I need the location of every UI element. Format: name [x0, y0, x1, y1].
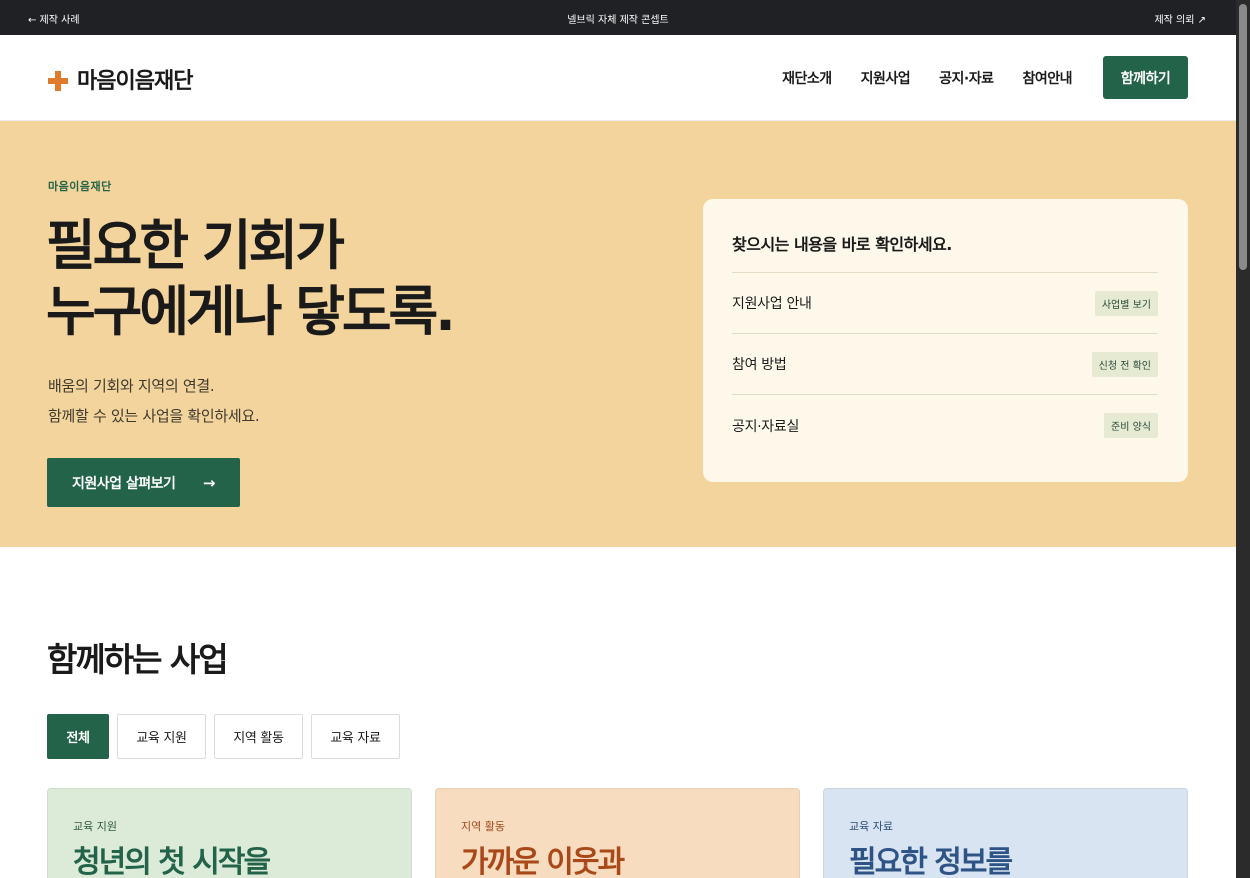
hero-desc-line2: 함께할 수 있는 사업을 확인하세요.	[48, 407, 260, 425]
program-card-category: 교육 지원	[73, 820, 117, 833]
nav-item-notices[interactable]: 공지·자료	[939, 68, 994, 88]
program-card-title: 필요한 정보를	[849, 845, 1013, 878]
hero-title-line2: 누구에게나 닿도록.	[46, 280, 456, 343]
main-nav: 재단소개 지원사업 공지·자료 참여안내	[753, 68, 1072, 88]
quick-links-title: 찾으시는 내용을 바로 확인하세요.	[732, 235, 952, 254]
program-card[interactable]: 교육 자료 필요한 정보를	[823, 788, 1188, 878]
quick-link-tag: 준비 양식	[1104, 413, 1158, 438]
hero-section: 마음이음재단 필요한 기회가 누구에게나 닿도록. 배움의 기회와 지역의 연결…	[0, 121, 1236, 547]
quick-link-label: 참여 방법	[732, 357, 787, 373]
filter-all[interactable]: 전체	[47, 714, 109, 759]
production-request-link[interactable]: 제작 의뢰 ↗	[1154, 11, 1206, 26]
quick-link-programs[interactable]: 지원사업 안내 사업별 보기	[732, 273, 1158, 334]
program-card-category: 지역 활동	[461, 820, 505, 833]
programs-section-title: 함께하는 사업	[47, 640, 229, 679]
filter-education-support[interactable]: 교육 지원	[117, 714, 206, 759]
logo-text: 마음이음재단	[77, 69, 193, 94]
filter-education-materials[interactable]: 교육 자료	[311, 714, 400, 759]
nav-item-participation[interactable]: 참여안내	[1022, 68, 1072, 88]
site-logo[interactable]: 마음이음재단	[48, 63, 193, 95]
join-button[interactable]: 함께하기	[1103, 56, 1188, 99]
explore-programs-label: 지원사업 살펴보기	[72, 475, 176, 492]
program-card-title: 가까운 이웃과	[461, 845, 625, 878]
scrollbar-thumb[interactable]	[1239, 4, 1247, 270]
concept-label: 넬브릭 자체 제작 콘셉트	[567, 15, 669, 26]
site-header: 마음이음재단 재단소개 지원사업 공지·자료 참여안내 함께하기	[0, 35, 1236, 121]
quick-link-participation[interactable]: 참여 방법 신청 전 확인	[732, 334, 1158, 395]
quick-links-panel: 찾으시는 내용을 바로 확인하세요. 지원사업 안내 사업별 보기 참여 방법 …	[703, 199, 1188, 482]
filter-community-activity[interactable]: 지역 활동	[214, 714, 303, 759]
hero-desc-line1: 배움의 기회와 지역의 연결.	[48, 377, 215, 395]
quick-link-label: 공지·자료실	[732, 418, 800, 435]
page-scrollbar[interactable]	[1236, 0, 1250, 878]
nav-item-programs[interactable]: 지원사업	[861, 68, 911, 88]
quick-links-list: 지원사업 안내 사업별 보기 참여 방법 신청 전 확인 공지·자료실 준비 양…	[732, 272, 1158, 456]
quick-link-tag: 신청 전 확인	[1091, 351, 1158, 377]
program-filters: 전체 교육 지원 지역 활동 교육 자료	[47, 714, 408, 759]
quick-link-label: 지원사업 안내	[732, 296, 812, 312]
quick-link-notices[interactable]: 공지·자료실 준비 양식	[732, 395, 1158, 456]
program-card[interactable]: 지역 활동 가까운 이웃과	[435, 788, 800, 878]
hero-description: 배움의 기회와 지역의 연결. 함께할 수 있는 사업을 확인하세요.	[48, 371, 260, 431]
hero-title-line1: 필요한 기회가	[46, 214, 345, 277]
arrow-right-icon: →	[202, 473, 216, 492]
nav-item-about[interactable]: 재단소개	[782, 68, 832, 88]
quick-link-tag: 사업별 보기	[1094, 290, 1158, 316]
program-card-category: 교육 자료	[849, 820, 893, 833]
plus-icon	[48, 71, 68, 91]
program-card-title: 청년의 첫 시작을	[73, 845, 271, 878]
top-bar: ← 제작 사례 넬브릭 자체 제작 콘셉트 제작 의뢰 ↗	[0, 0, 1236, 35]
explore-programs-button[interactable]: 지원사업 살펴보기 →	[47, 458, 240, 507]
hero-title: 필요한 기회가 누구에게나 닿도록.	[46, 213, 456, 345]
program-card[interactable]: 교육 지원 청년의 첫 시작을	[47, 788, 412, 878]
hero-eyebrow: 마음이음재단	[48, 180, 112, 193]
